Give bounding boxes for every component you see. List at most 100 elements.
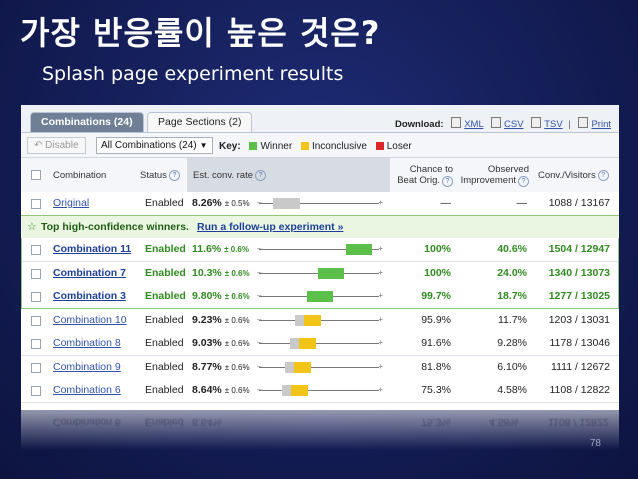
row-checkbox[interactable] — [31, 315, 41, 326]
download-csv-link[interactable]: CSV — [504, 119, 524, 130]
slide-number: 78 — [589, 438, 601, 449]
combination-name-link[interactable]: Combination 10 — [53, 309, 127, 332]
header-chance-line2-text: Beat Orig. — [397, 174, 440, 186]
key-inconclusive: Inconclusive — [311, 141, 367, 152]
help-icon[interactable]: ? — [255, 169, 267, 181]
interval-bar — [294, 314, 321, 326]
table-row[interactable]: Combination 9 Enabled 8.77% ± 0.6% – +81.8% 6… — [21, 355, 619, 380]
reflected-row: Combination 6 Enabled 8.64% 75.3% 4.58% … — [21, 410, 619, 433]
combination-name-link[interactable]: Combination 3 — [53, 285, 126, 308]
row-checkbox[interactable] — [31, 245, 41, 255]
help-icon[interactable]: ? — [597, 169, 609, 181]
tab-bar: Combinations (24) Page Sections (2) Down… — [21, 105, 619, 133]
header-improvement[interactable]: Observed Improvement? — [457, 158, 529, 192]
help-icon[interactable]: ? — [518, 175, 529, 187]
status-text: Enabled — [145, 360, 184, 373]
axis-min-tick: – — [257, 314, 262, 324]
axis-min-tick: – — [257, 267, 262, 277]
axis-max-tick: + — [378, 267, 383, 277]
rate-value: 8.26% ± 0.5% — [192, 192, 250, 215]
rate-interval-chart: – + — [257, 285, 389, 308]
conv-value: 1108 / 12822 — [549, 384, 610, 396]
rate-ci: ± 0.6% — [224, 339, 250, 348]
row-checkbox[interactable] — [31, 292, 41, 302]
rate-interval-chart: – + — [257, 356, 389, 379]
row-checkbox[interactable] — [31, 362, 41, 373]
interval-bar — [346, 244, 373, 255]
print-icon — [578, 117, 589, 128]
follow-up-experiment-link[interactable]: Run a follow-up experiment » — [197, 216, 343, 239]
rate-interval-chart: – + — [257, 379, 389, 402]
winners-banner-title: Top high-confidence winners. — [41, 221, 189, 233]
combination-name-link[interactable]: Combination 11 — [53, 238, 131, 261]
interval-axis — [259, 390, 379, 391]
combination-filter-select[interactable]: All Combinations (24) ▼ — [96, 137, 213, 154]
row-checkbox[interactable] — [31, 339, 41, 349]
status-text: Enabled — [145, 266, 186, 279]
improvement-value: 6.10% — [497, 360, 527, 373]
combination-name-link[interactable]: Combination 7 — [53, 262, 126, 285]
interval-bar — [307, 291, 334, 302]
reflected-status: Enabled — [145, 416, 184, 428]
rate-value: 8.77% ± 0.6% — [192, 356, 250, 379]
header-improvement-line1: Observed — [487, 163, 529, 175]
tab-combinations[interactable]: Combinations (24) — [30, 112, 144, 132]
combination-name-link[interactable]: Combination 8 — [53, 332, 121, 355]
conv-value: 1178 / 13046 — [549, 337, 610, 349]
table-row[interactable]: Combination 3 Enabled 9.80% ± 0.6% – +99.7% 1… — [21, 285, 619, 309]
header-improvement-line2: Improvement? — [461, 175, 529, 187]
header-conv[interactable]: Conv./Visitors? — [538, 158, 609, 192]
rate-number: 8.77% — [192, 360, 222, 373]
reflected-chance: 75.3% — [421, 416, 451, 428]
header-chance[interactable]: Chance to Beat Orig.? — [393, 158, 453, 192]
table-row[interactable]: Combination 8 Enabled 9.03% ± 0.6% – +91.6% 9… — [21, 332, 619, 356]
toolbar: ↶ Disable All Combinations (24) ▼ Key: Wi… — [21, 133, 619, 158]
help-icon[interactable]: ? — [442, 175, 453, 187]
interval-bar — [290, 338, 317, 349]
interval-axis — [259, 343, 379, 344]
header-status[interactable]: Status? — [140, 158, 180, 192]
undo-arrow-icon: ↶ — [34, 140, 43, 151]
table-reflection: Combination 6 Enabled 8.64% 75.3% 4.58% … — [21, 410, 619, 450]
improvement-value: 18.7% — [497, 290, 527, 302]
help-icon[interactable]: ? — [168, 169, 180, 181]
select-all-checkbox[interactable] — [31, 170, 41, 180]
combination-name-link[interactable]: Original — [53, 192, 89, 215]
axis-min-tick: – — [257, 361, 262, 371]
rate-value: 9.23% ± 0.6% — [192, 309, 250, 332]
rate-value: 8.64% ± 0.6% — [192, 379, 250, 402]
disable-button-label: Disable — [45, 140, 79, 151]
csv-file-icon — [491, 117, 502, 128]
download-tsv-link[interactable]: TSV — [544, 119, 562, 130]
chance-value: 100% — [424, 266, 451, 279]
winners-banner: ☆ Top high-confidence winners. Run a fol… — [21, 215, 619, 240]
combination-name-link[interactable]: Combination 9 — [53, 356, 121, 379]
row-checkbox[interactable] — [31, 199, 41, 209]
tsv-file-icon — [531, 117, 542, 128]
chance-value: 100% — [424, 243, 451, 255]
rate-ci: ± 0.6% — [224, 386, 250, 395]
improvement-value: 9.28% — [497, 337, 527, 349]
status-text: Enabled — [145, 197, 184, 209]
table-row[interactable]: Combination 6 Enabled 8.64% ± 0.6% – +75.3% 4… — [21, 379, 619, 403]
print-link[interactable]: Print — [591, 119, 611, 130]
chance-value: — — [440, 197, 452, 209]
rate-interval-chart: – + — [257, 262, 389, 285]
table-row-original[interactable]: Original Enabled 8.26% ± 0.5% – + — — 108… — [21, 192, 619, 216]
download-xml-link[interactable]: XML — [464, 119, 483, 130]
table-row[interactable]: Combination 7 Enabled 10.3% ± 0.6% – +100% 24… — [21, 261, 619, 286]
table-row[interactable]: Combination 10 Enabled 9.23% ± 0.6% – +95.9%… — [21, 308, 619, 333]
select-all-checkbox-cell — [31, 158, 41, 192]
interval-bar — [317, 267, 345, 279]
header-rate[interactable]: Est. conv. rate? — [187, 158, 390, 192]
header-combination[interactable]: Combination — [53, 158, 106, 192]
disable-button[interactable]: ↶ Disable — [27, 137, 86, 154]
combination-name-link[interactable]: Combination 6 — [53, 379, 121, 402]
tab-page-sections[interactable]: Page Sections (2) — [147, 112, 253, 132]
rate-interval-chart: – + — [257, 309, 389, 332]
row-checkbox[interactable] — [31, 268, 41, 279]
interval-bar — [284, 361, 311, 373]
row-checkbox[interactable] — [31, 386, 41, 396]
table-row[interactable]: Combination 11 Enabled 11.6% ± 0.6% – +100% 4… — [21, 238, 619, 262]
axis-max-tick: + — [378, 314, 383, 324]
